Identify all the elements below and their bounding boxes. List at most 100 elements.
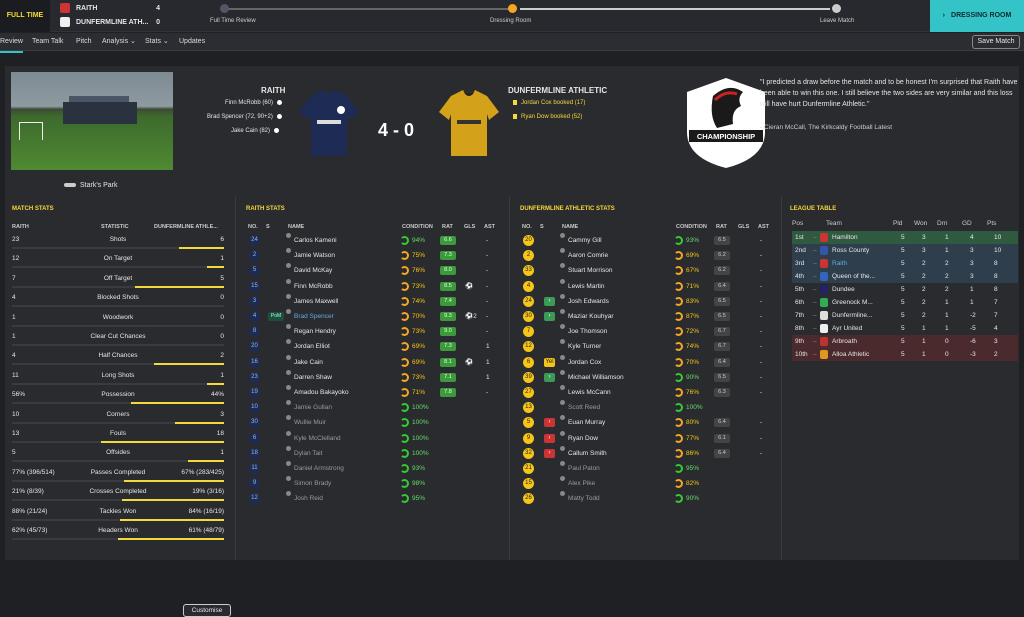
stat-away-value: 5 [220, 274, 224, 282]
player-row[interactable]: 27 Lewis McCann 76% 6.3 - [520, 385, 780, 400]
league-row[interactable]: 10th – Alloa Athletic 5 1 0 -3 2 [792, 348, 1018, 361]
player-row[interactable]: 12 Josh Reid 95% [246, 491, 506, 506]
player-rating: 6.4 [714, 281, 730, 291]
league-pld: 5 [901, 247, 905, 254]
league-row[interactable]: 3rd – Raith 5 2 2 3 8 [792, 257, 1018, 270]
save-match-button[interactable]: Save Match [972, 35, 1020, 49]
player-row[interactable]: 2 Jamie Watson 75% 7.3 - [246, 248, 506, 263]
player-row[interactable]: 6 Kyle McClelland 100% [246, 430, 506, 446]
player-row[interactable]: 24 Carlos Kameni 94% 6.6 - [246, 233, 506, 248]
player-name: Daniel Armstrong [294, 465, 344, 472]
stat-away-value: 1 [220, 371, 224, 379]
player-assists: - [760, 419, 763, 427]
league-pts: 8 [994, 286, 998, 293]
player-row[interactable]: 26 Matty Todd 90% [520, 491, 780, 506]
player-row[interactable]: 16 Jake Cain 69% 8.1 ⚽ 1 [246, 354, 506, 370]
tab-updates[interactable]: Updates [179, 33, 205, 51]
player-row[interactable]: 8 Regan Hendry 73% 9.0 - [246, 324, 506, 339]
player-row[interactable]: 33 Stuart Morrison 67% 6.2 - [520, 263, 780, 278]
league-row[interactable]: 9th – Arbroath 5 1 0 -6 3 [792, 335, 1018, 348]
player-rating: 6.5 [714, 372, 730, 382]
stage-dot-leave[interactable] [832, 4, 841, 13]
player-row[interactable]: 32 ‹ Callum Smith 86% 6.4 - [520, 445, 780, 461]
player-row[interactable]: 5 ‹ Euan Murray 80% 6.4 - [520, 415, 780, 430]
league-row[interactable]: 8th – Ayr United 5 1 1 -5 4 [792, 322, 1018, 335]
customise-button[interactable]: Customise [183, 604, 231, 617]
match-stat-row: 11 Long Shots 1 [12, 370, 224, 389]
player-icon [286, 461, 291, 466]
tab-stats[interactable]: Stats ⌄ [145, 33, 169, 51]
tab-analysis[interactable]: Analysis ⌄ [102, 33, 136, 51]
player-row[interactable]: 9 Simon Brady 98% [246, 476, 506, 491]
player-condition: 86% [686, 449, 700, 457]
player-row[interactable]: 11 Daniel Armstrong 93% [246, 461, 506, 476]
player-row[interactable]: 20 Cammy Gill 93% 6.5 - [520, 233, 780, 248]
league-team: Ayr United [832, 325, 863, 332]
player-goals: ⚽2 [465, 313, 477, 320]
player-row[interactable]: 9 ‹ Ryan Dow 77% 6.1 - [520, 430, 780, 446]
league-row[interactable]: 2nd – Ross County 5 3 1 3 10 [792, 244, 1018, 257]
home-event-3: Jake Cain (82) [231, 128, 280, 134]
player-condition: 76% [686, 389, 700, 396]
player-row[interactable]: 24 › Josh Edwards 83% 6.5 - [520, 293, 780, 309]
league-row[interactable]: 1st – Hamilton 5 3 1 4 10 [792, 231, 1018, 244]
player-icon [560, 278, 565, 284]
player-condition: 74% [412, 297, 426, 305]
league-row[interactable]: 6th – Greenock M... 5 2 1 1 7 [792, 296, 1018, 309]
player-row[interactable]: 18 Dylan Tait 100% [246, 445, 506, 461]
league-team: Arbroath [832, 338, 857, 345]
player-row[interactable]: 3 James Maxwell 74% 7.4 - [246, 293, 506, 309]
player-condition: 70% [412, 313, 426, 320]
player-row[interactable]: 30 › Maziar Kouhyar 87% 6.5 - [520, 309, 780, 324]
stage-dot-review[interactable] [220, 4, 229, 13]
condition-ring-icon [674, 266, 683, 276]
league-pts: 7 [994, 299, 998, 306]
tab-review[interactable]: Review [0, 33, 23, 53]
player-row[interactable]: 39 › Michael Williamson 90% 6.5 - [520, 369, 780, 385]
player-row[interactable]: 6 Yel Jordan Cox 70% 6.4 - [520, 354, 780, 370]
tab-pitch[interactable]: Pitch [76, 33, 92, 51]
player-row[interactable]: 4 Lewis Martin 71% 6.4 - [520, 278, 780, 294]
player-row[interactable]: 23 Darren Shaw 73% 7.1 1 [246, 369, 506, 385]
stat-away-value: 3 [220, 410, 224, 418]
stat-name: Blocked Shots [97, 294, 139, 302]
match-stat-row: 23 Shots 6 [12, 234, 224, 253]
player-row[interactable]: 12 Kyle Turner 74% 6.7 - [520, 339, 780, 354]
player-row[interactable]: 20 Jordan Elliot 69% 7.3 1 [246, 339, 506, 354]
player-condition: 98% [412, 480, 426, 488]
shirt-number: 5 [249, 265, 260, 277]
player-row[interactable]: 15 Finn McRobb 73% 8.5 ⚽ - [246, 278, 506, 294]
player-rating: 6.6 [440, 236, 456, 245]
league-row[interactable]: 4th – Queen of the... 5 2 2 3 8 [792, 270, 1018, 283]
player-row[interactable]: 19 Amadou Bakayoko 71% 7.8 - [246, 385, 506, 400]
continue-dressing-room-button[interactable]: › DRESSING ROOM [930, 0, 1024, 32]
player-rating: 6.3 [714, 388, 730, 397]
player-row[interactable]: 7 Joe Thomson 72% 6.7 - [520, 324, 780, 339]
player-row[interactable]: 5 David McKay 76% 8.0 - [246, 263, 506, 278]
player-row[interactable]: 2 Aaron Comrie 69% 6.2 - [520, 248, 780, 263]
player-row[interactable]: 10 Jamie Gullan 100% [246, 400, 506, 415]
match-stat-row: 1 Clear Cut Chances 0 [12, 331, 224, 350]
player-row[interactable]: 30 Wullie Muir 100% [246, 415, 506, 430]
player-row[interactable]: 21 Paul Paton 95% [520, 461, 780, 476]
player-icon [286, 445, 291, 451]
player-row[interactable]: 13 Scott Reed 100% [520, 400, 780, 415]
team-crest-icon [820, 259, 828, 268]
stat-bar-away [154, 363, 224, 366]
stat-bar-away [187, 460, 224, 463]
league-pos: 2nd [795, 247, 806, 254]
league-trend-icon: – [813, 312, 817, 319]
player-row[interactable]: 15 Alex Pike 82% [520, 476, 780, 491]
league-row[interactable]: 5th – Dundee 5 2 2 1 8 [792, 283, 1018, 296]
tab-team-talk[interactable]: Team Talk [32, 33, 63, 51]
player-rating: 9.0 [440, 327, 456, 337]
league-header: Pos [792, 220, 804, 227]
player-row[interactable]: 4 PoM Brad Spencer 70% 9.3 ⚽2 - [246, 309, 506, 324]
shirt-number: 2 [523, 250, 534, 262]
league-row[interactable]: 7th – Dunfermline... 5 2 1 -2 7 [792, 309, 1018, 322]
stage-dot-dressing-room[interactable] [508, 4, 517, 13]
league-gd: -3 [970, 351, 976, 358]
player-name: Joe Thomson [568, 328, 608, 336]
league-pts: 8 [994, 260, 998, 267]
raith-crest-icon [60, 3, 70, 14]
